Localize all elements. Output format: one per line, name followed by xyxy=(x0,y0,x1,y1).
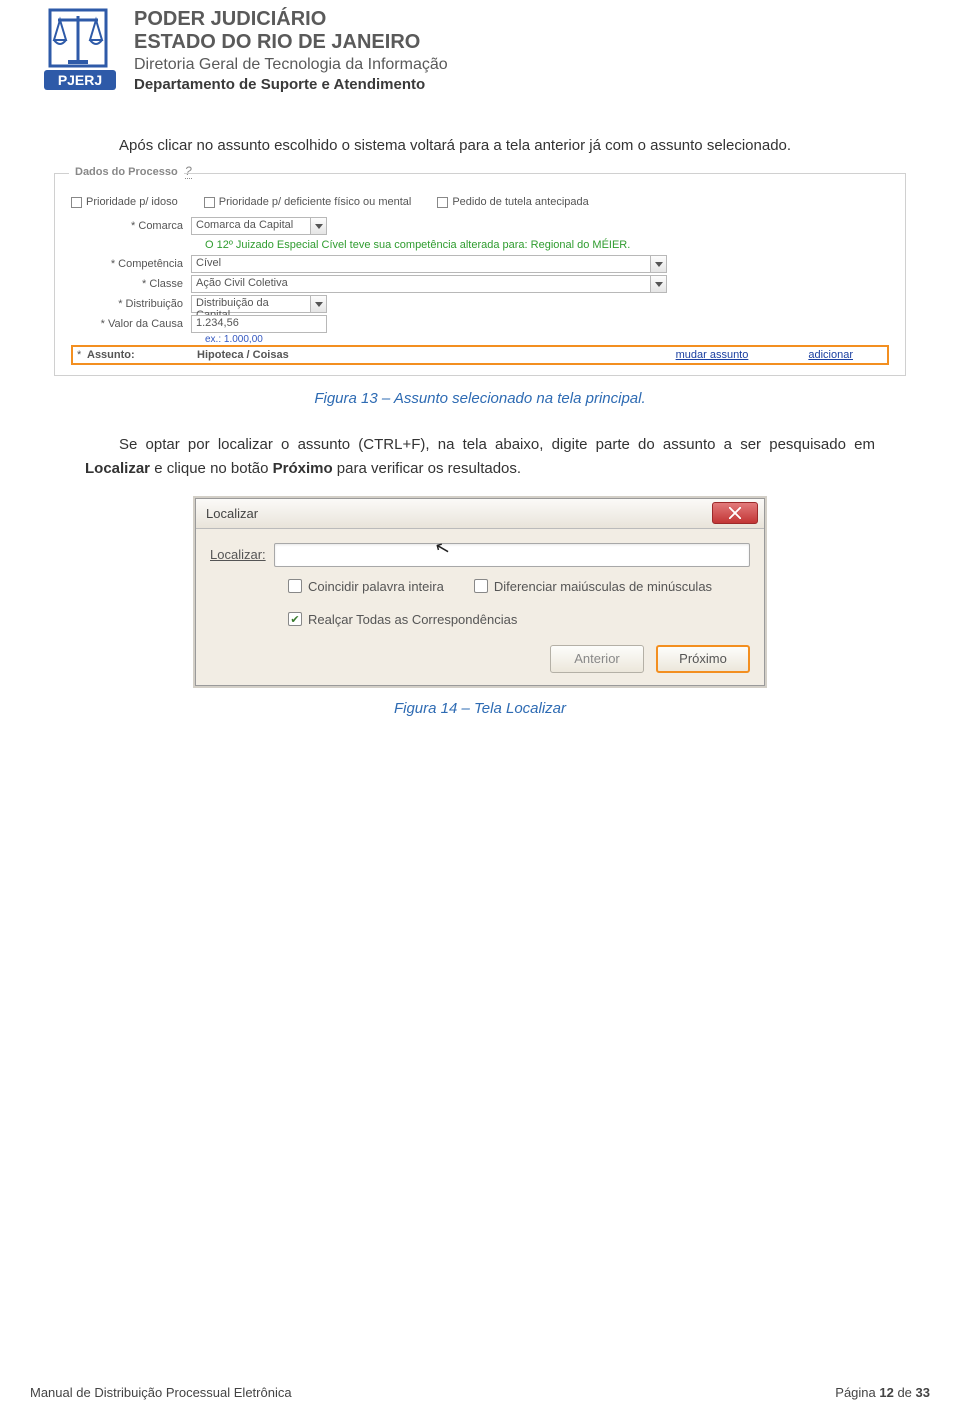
input-valor-causa[interactable]: 1.234,56 xyxy=(191,315,327,333)
logo-pjerj: PJERJ xyxy=(40,6,120,94)
footer-total: 33 xyxy=(916,1385,930,1400)
link-adicionar-assunto[interactable]: adicionar xyxy=(808,349,853,361)
competencia-warning: O 12º Juizado Especial Cível teve sua co… xyxy=(65,236,895,254)
header-line4: Departamento de Suporte e Atendimento xyxy=(134,76,448,93)
link-mudar-assunto[interactable]: mudar assunto xyxy=(676,349,749,361)
valor-example: ex.: 1.000,00 xyxy=(65,334,895,345)
assunto-value: Hipoteca / Coisas xyxy=(197,349,417,361)
paragraph-2: Se optar por localizar o assunto (CTRL+F… xyxy=(85,433,875,480)
figure14-caption: Figura 14 – Tela Localizar xyxy=(30,700,930,717)
label-distribuicao: Distribuição xyxy=(71,298,191,310)
chevron-down-icon[interactable] xyxy=(311,217,327,235)
header-titles: PODER JUDICIÁRIO ESTADO DO RIO DE JANEIR… xyxy=(134,6,448,93)
chk-prioridade-deficiente[interactable]: Prioridade p/ deficiente físico ou menta… xyxy=(204,196,412,208)
chk-label: Diferenciar maiúsculas de minúsculas xyxy=(494,579,712,594)
label-assunto: Assunto: xyxy=(87,349,197,361)
p2-c: e clique no botão xyxy=(150,460,273,477)
cursor-icon: ↖ xyxy=(432,536,452,560)
chevron-down-icon[interactable] xyxy=(311,295,327,313)
p2-bold-localizar: Localizar xyxy=(85,460,150,477)
dados-processo-panel: Dados do Processo ? Prioridade p/ idoso … xyxy=(54,173,906,376)
chevron-down-icon[interactable] xyxy=(651,275,667,293)
chk-label: Realçar Todas as Correspondências xyxy=(308,612,517,627)
btn-anterior[interactable]: Anterior xyxy=(550,645,644,673)
footer-page: Página 12 de 33 xyxy=(835,1385,930,1400)
label-localizar: Localizar: xyxy=(210,547,266,562)
chk-coincidir[interactable]: Coincidir palavra inteira xyxy=(288,579,444,594)
select-competencia[interactable]: Cível xyxy=(191,255,651,273)
figure13-caption: Figura 13 – Assunto selecionado na tela … xyxy=(30,390,930,407)
chevron-down-icon[interactable] xyxy=(651,255,667,273)
assunto-highlight-row: * Assunto: Hipoteca / Coisas mudar assun… xyxy=(71,345,889,365)
chk-label: Prioridade p/ deficiente físico ou menta… xyxy=(219,196,412,208)
p2-a: Se optar por localizar o assunto (CTRL+F… xyxy=(119,436,875,453)
label-valor-causa: Valor da Causa xyxy=(71,318,191,330)
label-comarca: Comarca xyxy=(71,220,191,232)
footer-mid: de xyxy=(894,1385,916,1400)
select-distribuicao[interactable]: Distribuição da Capital xyxy=(191,295,311,313)
page-footer: Manual de Distribuição Processual Eletrô… xyxy=(0,1385,960,1400)
select-classe[interactable]: Ação Civil Coletiva xyxy=(191,275,651,293)
paragraph-1: Após clicar no assunto escolhido o siste… xyxy=(85,134,875,157)
chk-tutela-antecipada[interactable]: Pedido de tutela antecipada xyxy=(437,196,588,208)
localizar-dialog: Localizar Localizar: ↖ Coincidir palavra… xyxy=(195,498,765,686)
label-competencia: Competência xyxy=(71,258,191,270)
footer-current: 12 xyxy=(879,1385,893,1400)
p2-e: para verificar os resultados. xyxy=(333,460,521,477)
btn-proximo[interactable]: Próximo xyxy=(656,645,750,673)
dialog-titlebar: Localizar xyxy=(196,499,764,529)
help-icon[interactable]: ? xyxy=(185,164,192,179)
dialog-title-text: Localizar xyxy=(206,506,258,521)
p2-bold-proximo: Próximo xyxy=(273,460,333,477)
priority-check-row: Prioridade p/ idoso Prioridade p/ defici… xyxy=(65,192,895,216)
scales-icon: PJERJ xyxy=(40,6,120,94)
select-comarca[interactable]: Comarca da Capital xyxy=(191,217,311,235)
input-localizar[interactable]: ↖ xyxy=(274,543,750,567)
header-line1: PODER JUDICIÁRIO xyxy=(134,8,448,31)
header-line3: Diretoria Geral de Tecnologia da Informa… xyxy=(134,56,448,74)
footer-prefix: Página xyxy=(835,1385,879,1400)
chk-prioridade-idoso[interactable]: Prioridade p/ idoso xyxy=(71,196,178,208)
footer-left: Manual de Distribuição Processual Eletrô… xyxy=(30,1385,292,1400)
label-classe: Classe xyxy=(71,278,191,290)
chk-label: Coincidir palavra inteira xyxy=(308,579,444,594)
document-header: PJERJ PODER JUDICIÁRIO ESTADO DO RIO DE … xyxy=(0,0,960,94)
panel-legend: Dados do Processo xyxy=(69,166,184,178)
chk-diferenciar[interactable]: Diferenciar maiúsculas de minúsculas xyxy=(474,579,712,594)
close-icon[interactable] xyxy=(712,502,758,524)
svg-text:PJERJ: PJERJ xyxy=(58,72,102,88)
chk-realcar[interactable]: Realçar Todas as Correspondências xyxy=(288,612,750,627)
header-line2: ESTADO DO RIO DE JANEIRO xyxy=(134,31,448,54)
chk-label: Prioridade p/ idoso xyxy=(86,196,178,208)
chk-label: Pedido de tutela antecipada xyxy=(452,196,588,208)
